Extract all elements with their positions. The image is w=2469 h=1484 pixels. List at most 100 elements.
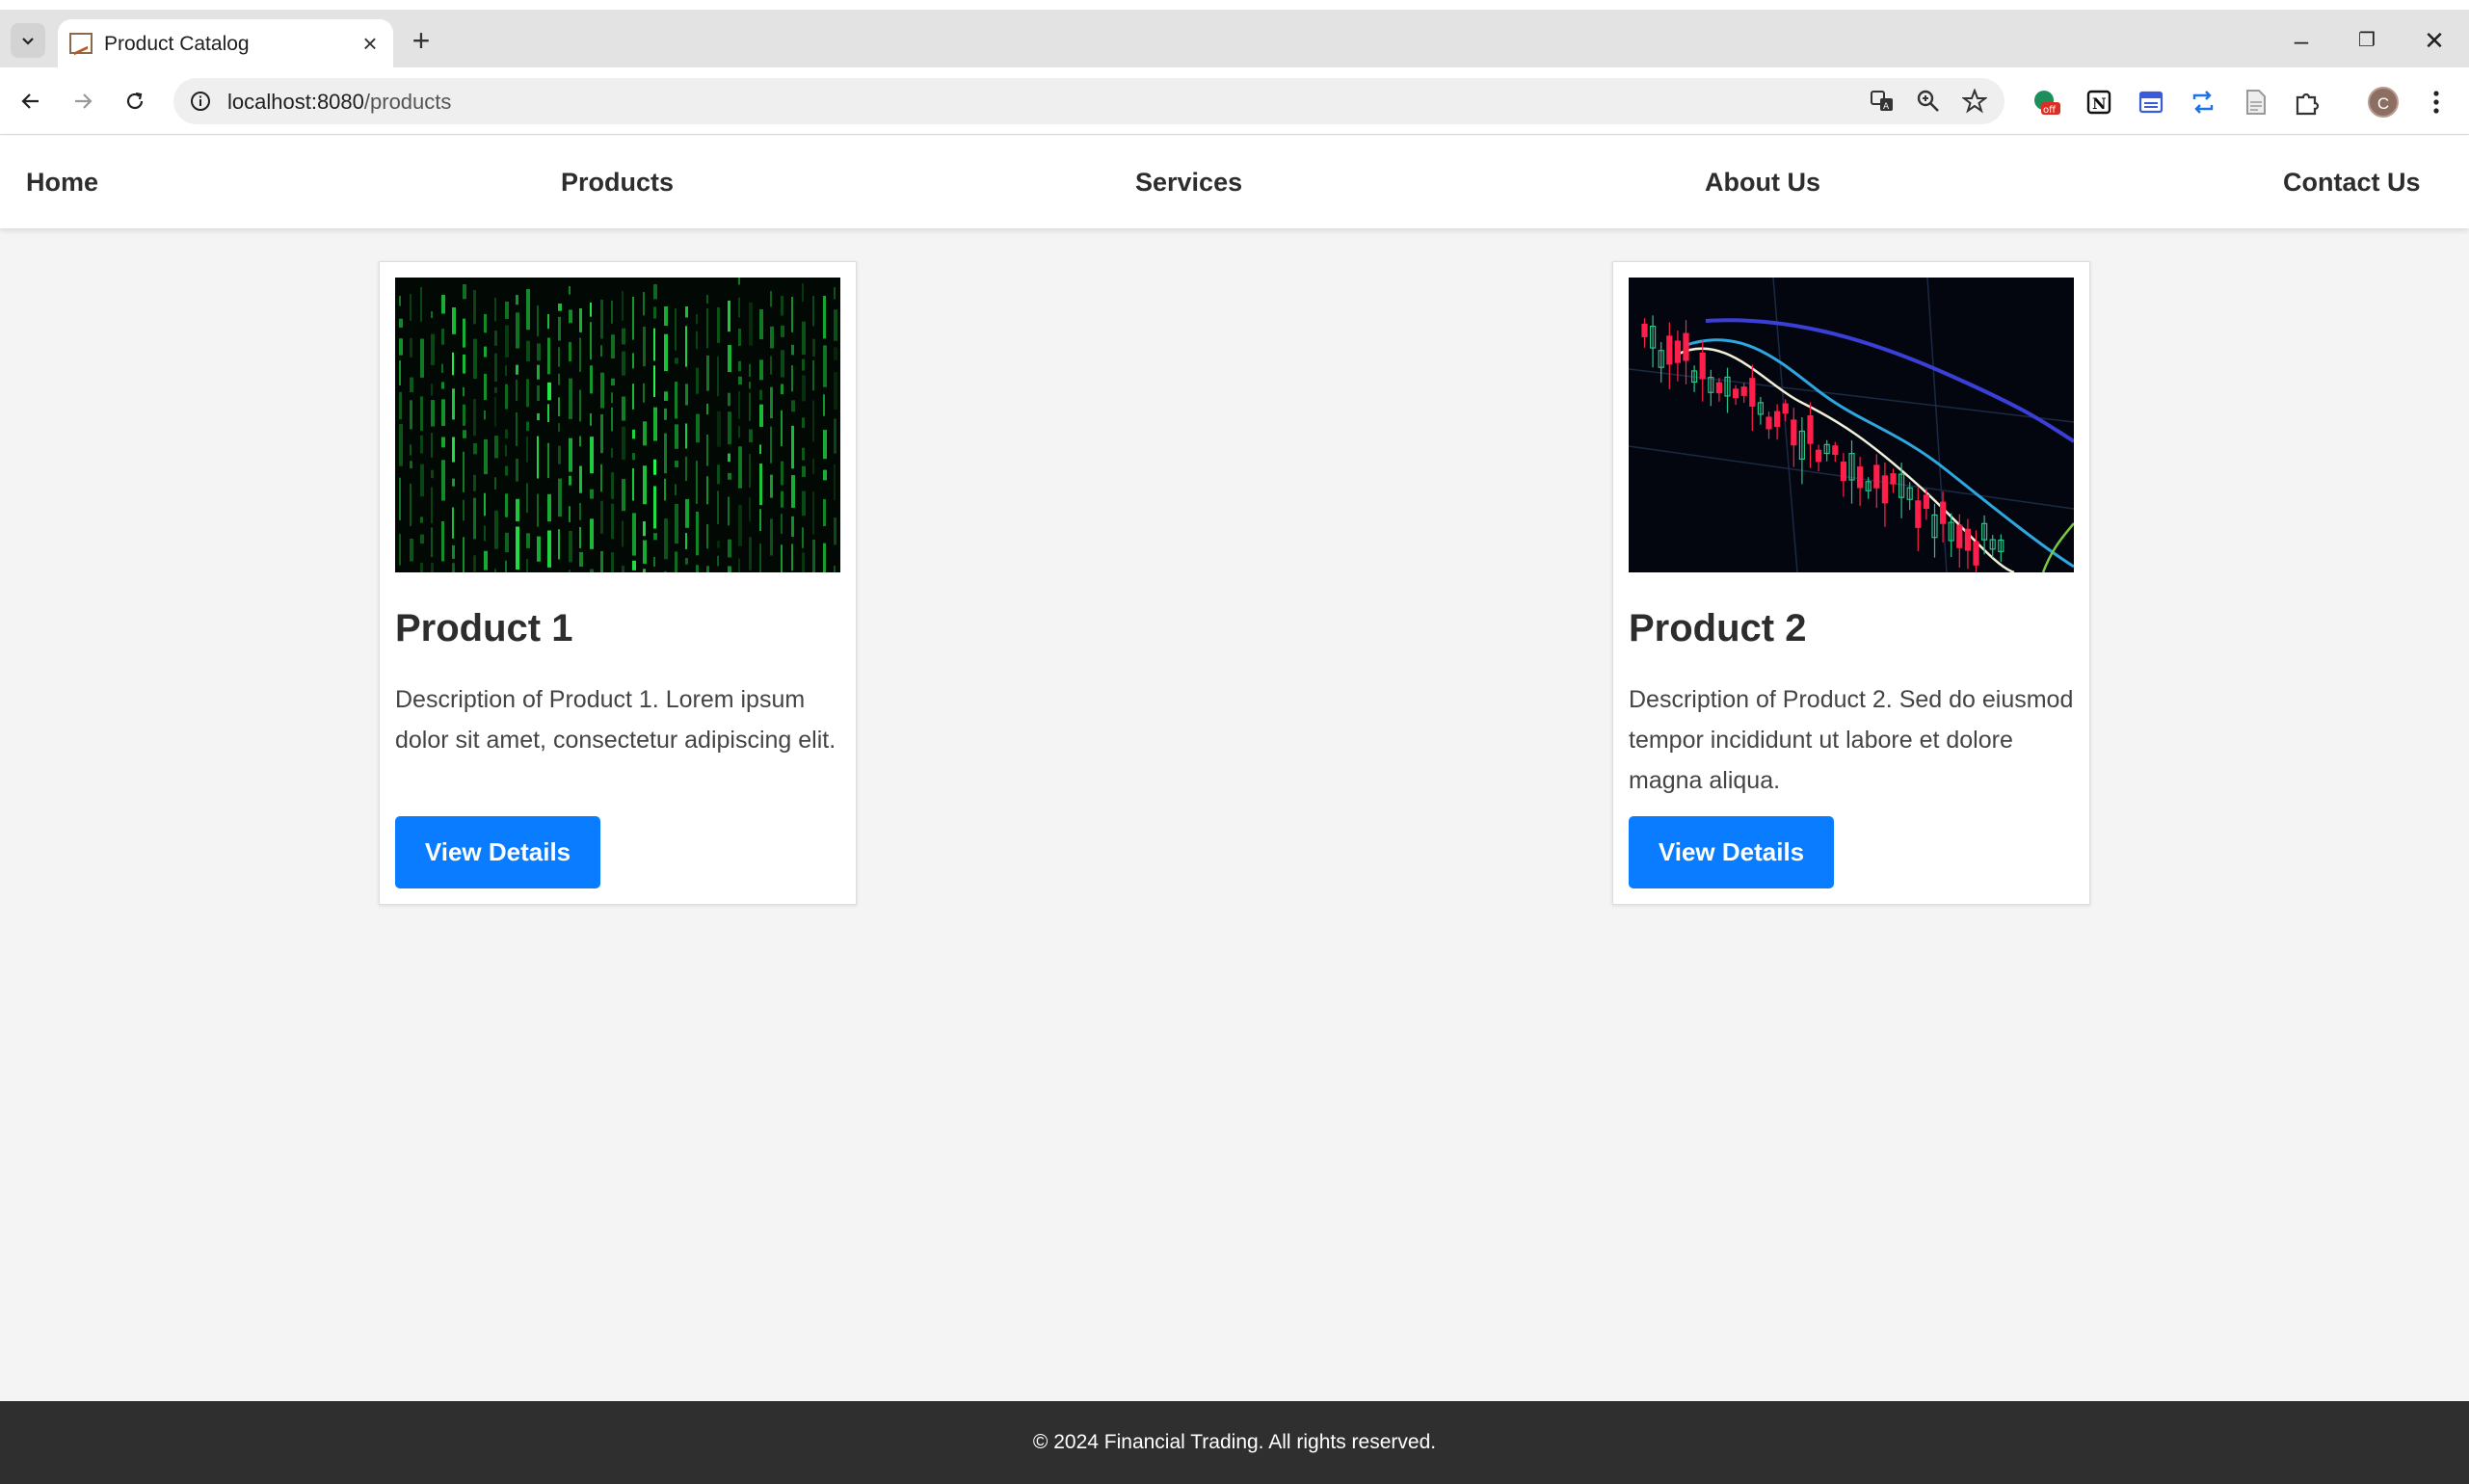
view-details-button[interactable]: View Details	[395, 816, 600, 888]
code-glyph-stroke	[579, 389, 581, 422]
code-glyph-stroke	[717, 411, 721, 447]
code-glyph-stroke	[420, 287, 422, 322]
candle-body	[1964, 528, 1971, 551]
code-glyph-stroke	[812, 539, 815, 572]
sidebar-extension-icon[interactable]	[2137, 88, 2165, 117]
profile-avatar[interactable]: C	[2368, 87, 2399, 118]
view-details-button[interactable]: View Details	[1629, 816, 1834, 888]
candle-body	[1774, 411, 1781, 428]
code-glyph-stroke	[600, 500, 603, 534]
document-icon[interactable]	[2241, 88, 2270, 117]
nav-home-link[interactable]: Home	[26, 168, 98, 198]
product-title: Product 1	[395, 607, 573, 649]
code-glyph-stroke	[516, 526, 519, 570]
code-glyph-stroke	[452, 388, 455, 420]
code-glyph-stroke	[781, 350, 784, 378]
code-glyph-stroke	[759, 543, 761, 572]
code-glyph-stroke	[526, 289, 530, 331]
code-glyph-stroke	[579, 436, 581, 447]
code-glyph-stroke	[484, 492, 486, 517]
code-glyph-stroke	[759, 509, 761, 531]
candle-body	[1641, 323, 1648, 337]
code-glyph-stroke	[643, 521, 646, 537]
bookmark-star-icon[interactable]	[1962, 89, 1987, 114]
nav-services-link[interactable]: Services	[1135, 168, 1242, 198]
code-glyph-stroke	[685, 423, 687, 449]
window-close-icon[interactable]: ✕	[2415, 23, 2454, 58]
more-menu-icon[interactable]	[2425, 87, 2448, 118]
code-glyph-stroke	[473, 290, 476, 325]
code-glyph-stroke	[526, 533, 530, 548]
reload-button[interactable]	[118, 84, 152, 119]
code-glyph-stroke	[611, 472, 614, 499]
code-glyph-stroke	[643, 383, 645, 403]
code-glyph-stroke	[452, 307, 456, 334]
code-glyph-stroke	[759, 309, 763, 340]
code-glyph-stroke	[643, 465, 647, 505]
code-glyph-stroke	[441, 295, 445, 314]
code-glyph-stroke	[537, 384, 540, 402]
notion-icon[interactable]: N	[2084, 88, 2113, 117]
code-glyph-stroke	[441, 363, 443, 373]
code-glyph-stroke	[834, 464, 836, 501]
extension-off-icon[interactable]: off	[2031, 88, 2060, 117]
code-glyph-stroke	[590, 437, 594, 474]
code-glyph-stroke	[579, 308, 582, 332]
code-glyph-stroke	[558, 445, 561, 464]
site-info-icon[interactable]	[189, 90, 212, 113]
code-glyph-stroke	[463, 537, 465, 572]
candle-body	[1832, 445, 1839, 456]
code-glyph-stroke	[675, 551, 677, 572]
close-tab-icon[interactable]: ×	[358, 31, 382, 56]
code-glyph-stroke	[749, 429, 753, 443]
candle-body	[1683, 332, 1689, 361]
new-tab-button[interactable]: +	[407, 25, 436, 56]
code-glyph-stroke	[759, 444, 761, 455]
zoom-icon[interactable]	[1916, 89, 1941, 114]
code-glyph-stroke	[431, 383, 433, 396]
code-glyph-stroke	[823, 430, 827, 460]
code-glyph-stroke	[706, 295, 708, 305]
code-glyph-stroke	[696, 367, 699, 394]
code-glyph-stroke	[812, 360, 814, 391]
code-glyph-stroke	[632, 297, 634, 340]
site-footer: © 2024 Financial Trading. All rights res…	[0, 1401, 2469, 1484]
nav-about-link[interactable]: About Us	[1705, 168, 1820, 198]
code-glyph-stroke	[494, 510, 498, 549]
code-glyph-stroke	[558, 373, 560, 385]
code-glyph-stroke	[590, 365, 593, 394]
address-bar[interactable]: localhost:8080/products A	[173, 78, 2004, 124]
code-glyph-stroke	[770, 291, 772, 307]
code-glyph-stroke	[759, 389, 762, 401]
code-glyph-stroke	[494, 436, 498, 459]
code-glyph-stroke	[717, 555, 719, 567]
code-glyph-stroke	[420, 435, 423, 454]
code-glyph-stroke	[463, 284, 466, 300]
candle-body	[1732, 388, 1739, 399]
restore-icon[interactable]: ❐	[2348, 23, 2386, 58]
code-glyph-stroke	[484, 410, 486, 420]
code-glyph-stroke	[547, 314, 549, 330]
back-button[interactable]	[13, 84, 48, 119]
browser-tab[interactable]: Product Catalog ×	[58, 19, 393, 67]
code-glyph-stroke	[685, 384, 688, 406]
minimize-icon[interactable]: –	[2282, 23, 2321, 58]
puzzle-extensions-icon[interactable]	[2293, 88, 2322, 117]
code-glyph-stroke	[431, 433, 433, 458]
code-glyph-stroke	[420, 396, 423, 432]
candle-body	[1740, 386, 1747, 396]
code-glyph-stroke	[802, 417, 805, 429]
code-glyph-stroke	[728, 496, 730, 526]
code-glyph-stroke	[717, 541, 720, 548]
code-glyph-stroke	[643, 540, 647, 564]
url-text[interactable]: localhost:8080/products	[227, 90, 451, 115]
code-glyph-stroke	[696, 413, 700, 443]
code-glyph-stroke	[706, 355, 709, 391]
forward-button[interactable]	[66, 84, 100, 119]
translate-icon[interactable]: A	[1870, 89, 1895, 114]
sync-arrows-icon[interactable]	[2189, 88, 2217, 117]
code-glyph-stroke	[410, 461, 412, 469]
tab-search-button[interactable]	[11, 23, 45, 58]
nav-products-link[interactable]: Products	[561, 168, 674, 198]
nav-contact-link[interactable]: Contact Us	[2283, 168, 2421, 198]
